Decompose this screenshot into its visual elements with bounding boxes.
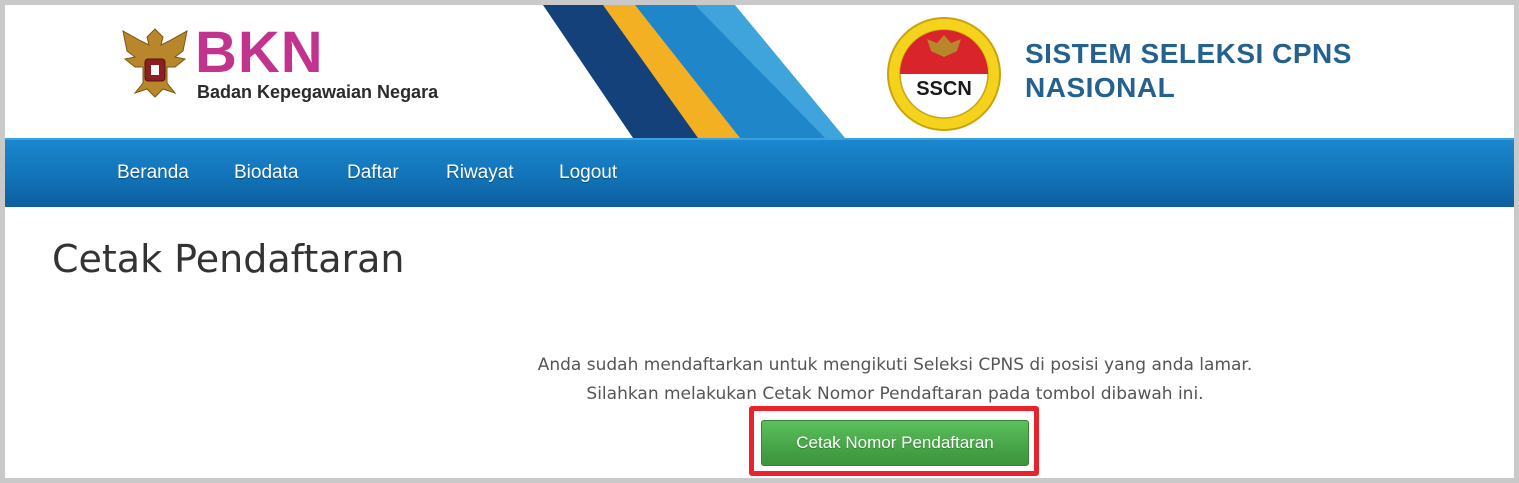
site-header: BKN Badan Kepegawaian Negara SSCN SISTEM… — [5, 5, 1514, 138]
bkn-logo-text: BKN — [195, 20, 324, 85]
nav-item-daftar[interactable]: Daftar — [347, 162, 399, 184]
registration-message-line2: Silahkan melakukan Cetak Nomor Pendaftar… — [586, 384, 1204, 404]
sscn-title-line1: SISTEM SELEKSI CPNS — [1025, 38, 1352, 69]
sscn-title-line2: NASIONAL — [1025, 72, 1176, 103]
nav-item-riwayat[interactable]: Riwayat — [446, 162, 514, 184]
page-frame: BKN Badan Kepegawaian Negara SSCN SISTEM… — [5, 5, 1514, 478]
nav-item-beranda[interactable]: Beranda — [117, 162, 189, 184]
main-navbar: Beranda Biodata Daftar Riwayat Logout — [5, 138, 1514, 207]
garuda-emblem-icon — [122, 28, 188, 98]
sscn-title: SISTEM SELEKSI CPNS NASIONAL — [1025, 37, 1445, 105]
print-registration-number-button[interactable]: Cetak Nomor Pendaftaran — [761, 420, 1029, 466]
sscn-seal-text: SSCN — [916, 78, 972, 100]
page-title: Cetak Pendaftaran — [52, 237, 405, 281]
registration-message-line1: Anda sudah mendaftarkan untuk mengikuti … — [537, 355, 1253, 375]
bkn-subtitle: Badan Kepegawaian Negara — [197, 82, 439, 102]
nav-item-logout[interactable]: Logout — [559, 162, 617, 184]
nav-item-biodata[interactable]: Biodata — [234, 162, 298, 184]
sscn-seal-icon: SSCN — [887, 17, 1001, 131]
